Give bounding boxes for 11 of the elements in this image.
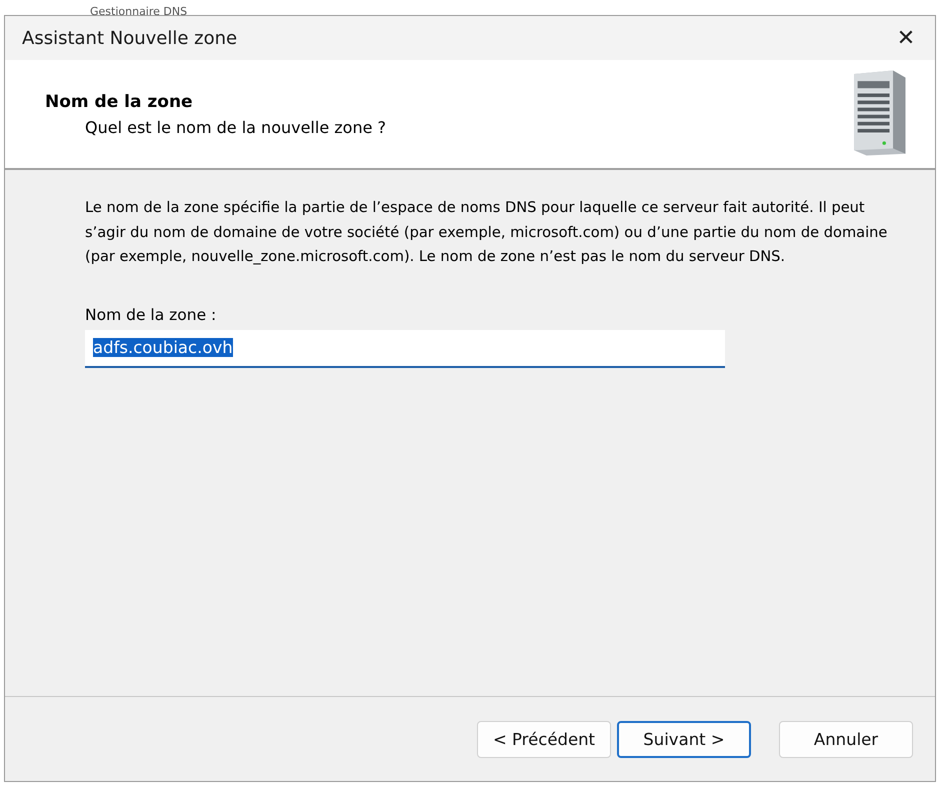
dialog-button[interactable]: < Précédent <box>477 720 611 758</box>
zone-name-field[interactable]: adfs.coubiac.ovh <box>85 330 725 368</box>
page-title: Nom de la zone <box>45 92 194 112</box>
dialog-button[interactable]: Suivant > <box>617 720 751 758</box>
description-text: Le nom de la zone spécifie la partie de l’espace de noms DNS pour laquelle ce serveur fait autorité. Il peut s’agir du nom de domaine de votre société (par exemple, microsoft.com) ou d’une partie du nom de domaine (par exemple, nouvelle_zone.microsoft.com). Le nom de zone n’est pas le nom du serveur DNS. <box>85 198 888 267</box>
page-subtitle: Quel est le nom de la nouvelle zone ? <box>85 118 386 136</box>
dialog-button[interactable]: Annuler <box>779 720 913 758</box>
background-window-title: Gestionnaire DNS <box>90 4 188 15</box>
close-button[interactable]: ✕ <box>877 14 935 62</box>
window-title: Assistant Nouvelle zone <box>22 28 238 48</box>
field-label: Nom de la zone : <box>85 306 218 324</box>
